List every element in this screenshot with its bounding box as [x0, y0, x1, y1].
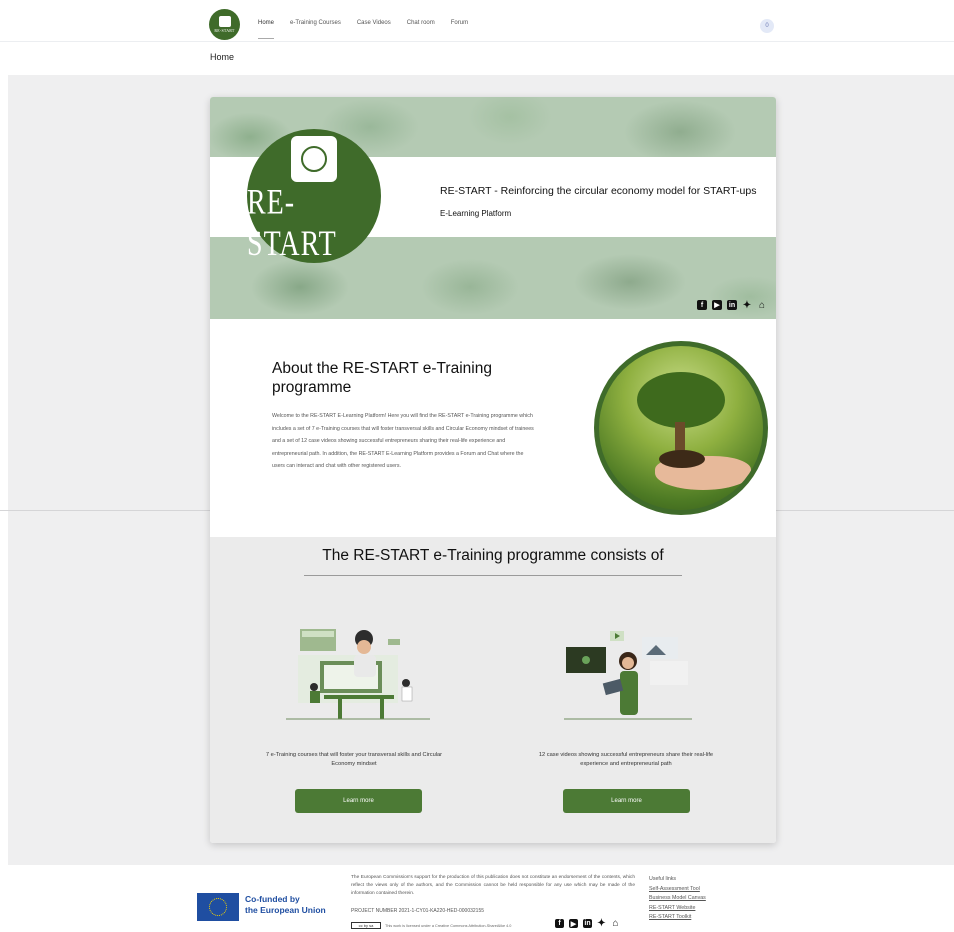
creative-commons-icon[interactable]: cc by sa: [351, 922, 381, 929]
main-nav: Home e-Training Courses Case Videos Chat…: [258, 20, 484, 39]
top-navigation-bar: RE-START Home e-Training Courses Case Vi…: [0, 0, 954, 42]
learn-more-courses-button[interactable]: Learn more: [295, 789, 422, 813]
user-avatar[interactable]: 0: [760, 19, 774, 33]
link-restart-website[interactable]: RE-START Website: [649, 904, 706, 914]
facebook-icon[interactable]: f: [555, 919, 564, 928]
twitter-icon[interactable]: ✦: [597, 918, 606, 929]
hero-banner: RE-START RE-START - Reinforcing the circ…: [210, 97, 776, 319]
link-self-assessment-tool[interactable]: Self-Assessment Tool: [649, 885, 706, 895]
cup-icon: [218, 16, 231, 27]
home-icon[interactable]: ⌂: [757, 300, 767, 311]
restart-logo[interactable]: RE-START: [209, 9, 240, 40]
license-info: cc by sa This work is licensed under a C…: [351, 922, 511, 929]
courses-description: 7 e-Training courses that will foster yo…: [265, 752, 443, 767]
useful-links-title: Useful links: [649, 876, 677, 882]
eu-line-2: the European Union: [245, 905, 326, 915]
linkedin-icon[interactable]: in: [727, 300, 737, 310]
hero-social-links: f ▶ in ✦ ⌂: [697, 300, 767, 311]
link-restart-toolkit[interactable]: RE-START Toolkit: [649, 913, 706, 923]
videos-illustration: [564, 631, 692, 720]
nav-home[interactable]: Home: [258, 20, 275, 39]
nav-forum[interactable]: Forum: [451, 20, 468, 39]
linkedin-icon[interactable]: in: [583, 919, 592, 928]
nav-case-videos[interactable]: Case Videos: [357, 20, 391, 39]
project-number: PROJECT NUMBER 2021-1-CY01-KA220-HED-000…: [351, 908, 485, 914]
home-icon[interactable]: ⌂: [611, 918, 620, 929]
eu-cofunded-text: Co-funded by the European Union: [245, 894, 326, 916]
programme-title: The RE-START e-Training programme consis…: [322, 547, 664, 564]
nav-chat-room[interactable]: Chat room: [407, 20, 435, 39]
twitter-icon[interactable]: ✦: [742, 300, 752, 311]
hero-title: RE-START - Reinforcing the circular econ…: [440, 185, 757, 197]
main-card: RE-START RE-START - Reinforcing the circ…: [210, 97, 776, 843]
tree-in-hands-image: [594, 341, 768, 515]
facebook-icon[interactable]: f: [697, 300, 707, 310]
about-text: Welcome to the RE-START E-Learning Platf…: [272, 413, 534, 469]
youtube-icon[interactable]: ▶: [712, 300, 722, 310]
license-text[interactable]: This work is licensed under a Creative C…: [385, 924, 511, 928]
hero-brand-text: RE-START: [247, 182, 337, 265]
courses-illustration: [286, 629, 430, 720]
restart-hero-logo: RE-START: [247, 129, 381, 265]
useful-links: Useful links Self-Assessment Tool Busine…: [649, 875, 706, 923]
videos-description: 12 case videos showing successful entrep…: [538, 752, 714, 767]
footer-social-links: f ▶ in ✦ ⌂: [555, 918, 620, 929]
youtube-icon[interactable]: ▶: [569, 919, 578, 928]
eu-disclaimer: The European Commission's support for th…: [351, 875, 635, 896]
link-business-model-canvas[interactable]: Business Model Canvas: [649, 894, 706, 904]
logo-text: RE-START: [214, 28, 235, 33]
programme-section: The RE-START e-Training programme consis…: [210, 537, 776, 843]
eu-flag-icon: [197, 893, 239, 921]
hero-subtitle: E-Learning Platform: [440, 209, 512, 218]
learn-more-videos-button[interactable]: Learn more: [563, 789, 690, 813]
about-title: About the RE-START e-Training programme: [272, 360, 492, 396]
nav-e-training-courses[interactable]: e-Training Courses: [290, 20, 341, 39]
eu-line-1: Co-funded by: [245, 894, 300, 904]
globe-cup-icon: [291, 136, 337, 182]
title-underline: [304, 575, 682, 576]
page-title: Home: [210, 52, 235, 62]
